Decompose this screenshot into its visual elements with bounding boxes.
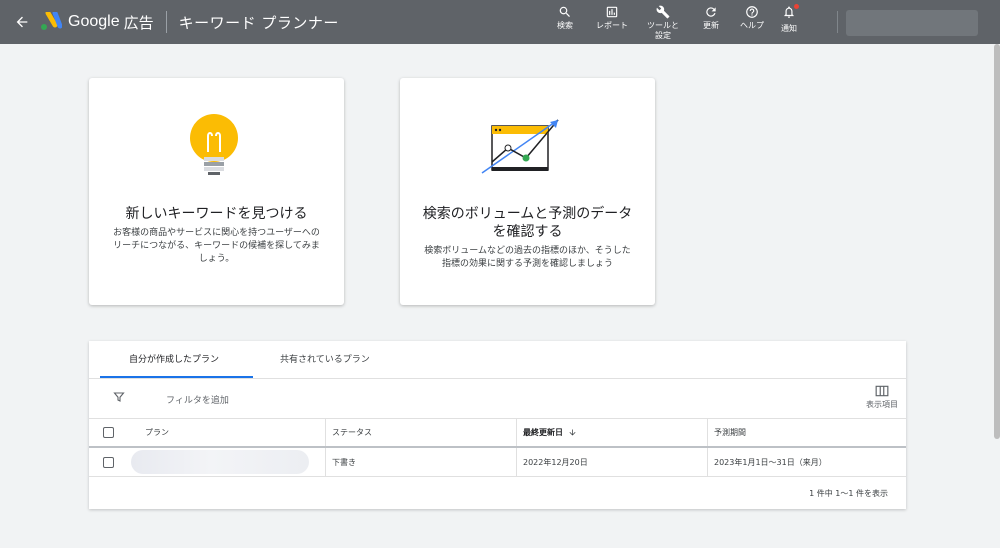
sort-arrow-down-icon (569, 429, 576, 436)
tools-action-label: ツールと 設定 (647, 21, 679, 40)
notifications-action-label: 通知 (781, 24, 797, 33)
tab-my-plans[interactable]: 自分が作成したプラン (129, 341, 219, 379)
forecast-card-title: 検索のボリュームと予測のデータを確認する (422, 206, 633, 240)
forecast-card[interactable]: 検索のボリュームと予測のデータを確認する 検索ボリュームなどの過去の指標のほか、… (400, 78, 655, 305)
plan-name-cell[interactable] (131, 448, 309, 476)
help-action[interactable]: ヘルプ (740, 5, 764, 31)
chart-illustration (400, 78, 655, 198)
select-all-checkbox[interactable] (103, 427, 114, 438)
tab-shared-plans[interactable]: 共有されているプラン (280, 341, 370, 379)
trend-chart-icon (481, 119, 559, 174)
top-app-bar: Google 広告 キーワード プランナー 検索 レポート ツールと 設定 更新… (0, 0, 1000, 44)
google-ads-logo[interactable]: Google 広告 (40, 12, 154, 33)
columns-button[interactable]: 表示項目 (866, 385, 898, 410)
page-title: キーワード プランナー (178, 13, 339, 32)
refresh-action-label: 更新 (703, 21, 719, 30)
refresh-icon (706, 7, 716, 17)
column-header-last-updated[interactable]: 最終更新日 (516, 419, 577, 446)
wrench-icon (656, 5, 670, 19)
lightbulb-icon (189, 114, 238, 175)
plan-updated-cell: 2022年12月20日 (516, 448, 588, 476)
arrow-back-icon (16, 16, 28, 28)
column-header-forecast-period[interactable]: 予測期間 (707, 419, 746, 446)
google-ads-icon (41, 12, 62, 30)
account-divider (837, 11, 838, 33)
tools-action[interactable]: ツールと 設定 (647, 5, 679, 41)
columns-button-label: 表示項目 (866, 400, 898, 409)
row-checkbox[interactable] (103, 456, 114, 468)
logo-text: Google (68, 13, 120, 30)
plans-panel: 自分が作成したプラン 共有されているプラン フィルタを追加 表示項目 プラン ス… (89, 341, 906, 509)
notification-dot (794, 4, 799, 9)
add-filter-input[interactable]: フィルタを追加 (166, 393, 229, 406)
column-header-status[interactable]: ステータス (325, 419, 372, 446)
plan-status-cell: 下書き (325, 448, 356, 476)
discover-card-title: 新しいキーワードを見つける (125, 206, 308, 222)
column-header-last-updated-label: 最終更新日 (523, 428, 563, 437)
column-header-plan[interactable]: プラン (145, 419, 169, 446)
report-icon (606, 6, 618, 18)
search-action-label: 検索 (557, 21, 573, 30)
report-action-label: レポート (596, 21, 628, 30)
notifications-action[interactable]: 通知 (781, 4, 799, 34)
forecast-card-description: 検索ボリュームなどの過去の指標のほか、そうした指標の効果に関する予測を確認しまし… (424, 246, 631, 269)
discover-card-description: お客様の商品やサービスに関心を持つユーザーへのリーチにつながる、キーワードの候補… (113, 228, 320, 264)
active-tab-indicator (100, 376, 253, 378)
table-row[interactable]: 下書き 2022年12月20日 2023年1月1日〜31日（来月） (89, 448, 906, 477)
row-select-cell (103, 448, 114, 476)
filter-bar: フィルタを追加 表示項目 (89, 379, 906, 419)
refresh-action[interactable]: 更新 (703, 5, 719, 31)
plan-period-cell: 2023年1月1日〜31日（来月） (707, 448, 827, 476)
back-button[interactable] (0, 0, 44, 44)
account-switcher[interactable] (846, 10, 978, 36)
search-action[interactable]: 検索 (557, 5, 573, 31)
discover-keywords-card[interactable]: 新しいキーワードを見つける お客様の商品やサービスに関心を持つユーザーへのリーチ… (89, 78, 344, 305)
lightbulb-illustration (89, 78, 344, 198)
columns-icon (875, 385, 889, 397)
logo-subtext: 広告 (123, 13, 154, 32)
report-action[interactable]: レポート (596, 5, 628, 31)
help-icon (746, 6, 758, 18)
help-action-label: ヘルプ (740, 21, 764, 30)
plans-tabs: 自分が作成したプラン 共有されているプラン (89, 341, 906, 379)
table-header: プラン ステータス 最終更新日 予測期間 (89, 419, 906, 448)
page-scrollbar[interactable] (994, 44, 1000, 439)
header-divider (165, 11, 167, 33)
select-all-cell (103, 419, 114, 446)
filter-icon[interactable] (113, 391, 125, 403)
plan-name-redacted[interactable] (131, 450, 309, 474)
pagination-summary: 1 件中 1〜1 件を表示 (809, 489, 888, 498)
search-icon (559, 6, 570, 17)
